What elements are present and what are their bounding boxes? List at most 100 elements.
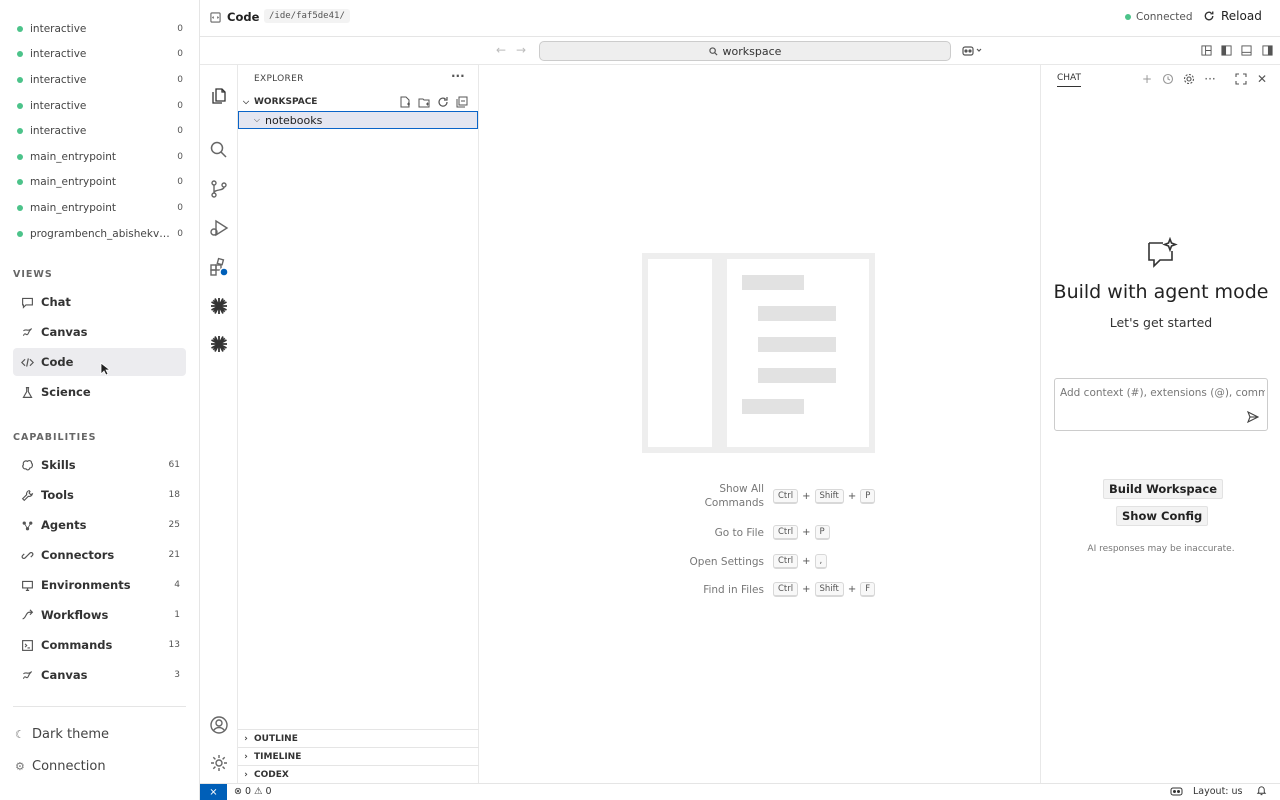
nav-label: Canvas [41, 325, 88, 339]
connection-button[interactable]: ⚙ Connection [15, 759, 106, 774]
remote-indicator-icon[interactable]: ⨯ [200, 784, 227, 800]
nav-canvas-capability[interactable]: Canvas 3 [13, 661, 186, 689]
nav-connectors[interactable]: Connectors 21 [13, 541, 186, 569]
session-name: interactive [30, 23, 87, 35]
nav-tools[interactable]: Tools 18 [13, 481, 186, 509]
reload-button[interactable]: Reload [1203, 9, 1262, 23]
asterisk-icon [211, 298, 227, 314]
warning-count: 0 [265, 786, 272, 797]
folder-notebooks[interactable]: ⌵ notebooks [238, 111, 478, 129]
nav-label: Environments [41, 578, 131, 592]
status-dot [17, 26, 23, 32]
command-center-search[interactable]: workspace [539, 41, 951, 61]
chat-heading: Build with agent mode [1053, 281, 1269, 303]
activity-run-debug[interactable] [200, 210, 238, 246]
gear-icon: ⚙ [15, 760, 25, 773]
new-file-icon[interactable] [395, 95, 414, 109]
outline-section[interactable]: › OUTLINE [238, 729, 479, 747]
customize-layout-icon[interactable] [1201, 45, 1212, 56]
activity-search[interactable] [200, 132, 238, 168]
session-count: 0 [177, 101, 183, 111]
session-count: 0 [177, 152, 183, 162]
folder-label: notebooks [265, 113, 323, 127]
keycap: , [814, 554, 828, 569]
close-icon[interactable]: ✕ [1256, 73, 1268, 85]
status-dot [17, 154, 23, 160]
send-icon[interactable] [1247, 411, 1259, 423]
session-item[interactable]: interactive 0 [17, 121, 183, 141]
nav-skills[interactable]: Skills 61 [13, 451, 186, 479]
nav-science[interactable]: Science [13, 378, 186, 406]
session-item[interactable]: interactive 0 [17, 44, 183, 64]
command-center-label: workspace [722, 44, 782, 58]
session-item[interactable]: interactive 0 [17, 19, 183, 39]
show-config-button[interactable]: Show Config [1116, 506, 1209, 526]
back-arrow-icon[interactable]: ← [496, 43, 506, 57]
toggle-primary-sidebar-icon[interactable] [1221, 45, 1232, 56]
session-count: 0 [177, 229, 183, 239]
more-actions-icon[interactable]: ··· [1204, 73, 1216, 85]
nav-chat[interactable]: Chat [13, 288, 186, 316]
session-name: interactive [30, 100, 87, 112]
shortcut-open-settings: Open Settings Ctrl +, [669, 554, 1069, 569]
session-item[interactable]: interactive 0 [17, 96, 183, 116]
new-chat-icon[interactable]: + [1141, 73, 1153, 85]
timeline-section[interactable]: › TIMELINE [238, 747, 479, 765]
problems-indicator[interactable]: ⊗ 0 ⚠ 0 [234, 786, 275, 797]
nav-canvas[interactable]: Canvas [13, 318, 186, 346]
reload-icon [1204, 11, 1214, 21]
flask-icon [21, 386, 34, 399]
shortcut-label: Show All Commands [704, 483, 764, 509]
activity-manage[interactable] [200, 745, 238, 781]
chat-tab[interactable]: CHAT [1057, 73, 1082, 87]
codex-section[interactable]: › CODEX [238, 765, 479, 783]
activity-agent-b[interactable] [200, 326, 238, 362]
copilot-icon[interactable] [962, 44, 984, 58]
forward-arrow-icon[interactable]: → [516, 43, 526, 57]
new-folder-icon[interactable] [414, 95, 433, 109]
activity-explorer[interactable] [200, 78, 238, 114]
session-item[interactable]: main_entrypoint 0 [17, 198, 183, 218]
session-item[interactable]: main_entrypoint 0 [17, 172, 183, 192]
more-actions-icon[interactable]: ··· [451, 69, 465, 83]
canvas-icon [21, 326, 34, 339]
nav-workflows[interactable]: Workflows 1 [13, 601, 186, 629]
activity-accounts[interactable] [200, 707, 238, 743]
nav-commands[interactable]: Commands 13 [13, 631, 186, 659]
warning-icon: ⚠ [254, 786, 263, 797]
session-item[interactable]: programbench_abishekvas... 0 [17, 224, 183, 244]
activity-agent-a[interactable] [200, 288, 238, 324]
chat-bubble-icon [21, 296, 34, 309]
collapse-all-icon[interactable] [452, 95, 471, 109]
session-count: 0 [177, 49, 183, 59]
build-workspace-button[interactable]: Build Workspace [1103, 479, 1224, 499]
wrench-icon [21, 489, 34, 502]
keyboard-layout[interactable]: Layout: us [1193, 786, 1243, 797]
activity-source-control[interactable] [200, 171, 238, 207]
dark-theme-toggle[interactable]: ☾ Dark theme [15, 727, 109, 742]
toggle-panel-icon[interactable] [1241, 45, 1252, 56]
status-dot [17, 51, 23, 57]
activity-extensions[interactable] [200, 249, 238, 285]
nav-agents[interactable]: Agents 25 [13, 511, 186, 539]
session-name: interactive [30, 74, 87, 86]
keycap: Shift [814, 488, 844, 504]
error-count: 0 [244, 786, 252, 797]
chat-subheading: Let's get started [1109, 315, 1213, 330]
nav-count: 18 [168, 490, 180, 500]
settings-icon[interactable] [1183, 73, 1195, 85]
workspace-section-header[interactable]: ⌵ WORKSPACE [238, 93, 479, 111]
session-item[interactable]: interactive 0 [17, 70, 183, 90]
nav-environments[interactable]: Environments 4 [13, 571, 186, 599]
maximize-icon[interactable] [1235, 73, 1247, 85]
refresh-icon[interactable] [433, 95, 452, 109]
toggle-secondary-sidebar-icon[interactable] [1262, 45, 1273, 56]
copilot-status-icon[interactable] [1170, 785, 1183, 797]
bell-icon[interactable] [1256, 785, 1267, 796]
chat-input[interactable]: Add context (#), extensions (@), command… [1054, 378, 1268, 431]
session-item[interactable]: main_entrypoint 0 [17, 147, 183, 167]
keycap: P [860, 488, 876, 504]
history-icon[interactable] [1162, 73, 1174, 85]
nav-label: Commands [41, 638, 113, 652]
nav-label: Canvas [41, 668, 88, 682]
